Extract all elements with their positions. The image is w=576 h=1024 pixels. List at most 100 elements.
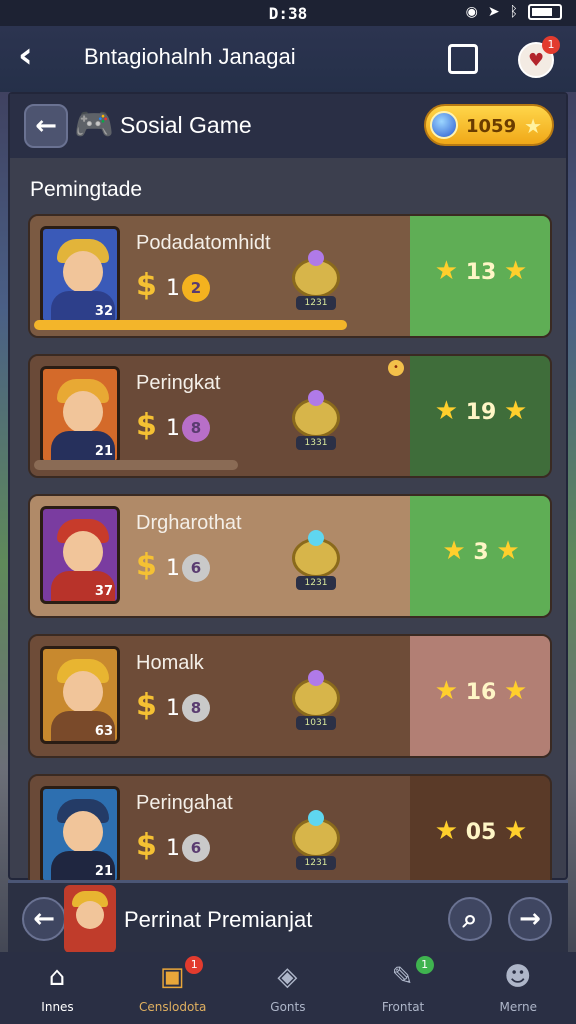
leaderboard-row[interactable]: 32 Podadatomhidt $ 1 2 1231 ★ 13 ★	[28, 214, 552, 338]
nav-label: Innes	[41, 1000, 74, 1014]
game-logo-icon: 🎮	[74, 105, 114, 143]
currency-icon: $	[136, 268, 157, 303]
multiplier-value: 1	[166, 696, 180, 721]
multiplier-value: 1	[166, 276, 180, 301]
section-title: Pemingtade	[30, 178, 143, 201]
nav-item-frontat[interactable]: ✎ 1 Frontat	[346, 952, 461, 1024]
player-portrait: 32	[40, 226, 120, 324]
player-portrait: 37	[40, 506, 120, 604]
currency-icon: $	[136, 688, 157, 723]
next-button[interactable]: →	[508, 897, 552, 941]
player-name: Drgharothat	[136, 512, 242, 534]
coin-badge: 6	[182, 554, 210, 582]
profile-icon: ☻	[504, 962, 532, 992]
feather-icon: ✎	[391, 962, 414, 992]
score: ★ 16 ★	[410, 676, 550, 706]
wifi-icon: ◉	[465, 4, 478, 20]
star-icon: ★	[442, 536, 466, 566]
nav-label: Censlodota	[139, 1000, 207, 1014]
coin-badge: 2	[182, 274, 210, 302]
trophy-icon: 1031	[288, 670, 344, 732]
score-panel: ★ 13 ★	[410, 216, 550, 336]
star-icon: ★	[503, 396, 528, 426]
nav-item-censlodota[interactable]: ▣ 1 Censlodota	[115, 952, 230, 1024]
nav-item-merne[interactable]: ☻ Merne	[461, 952, 576, 1024]
score-panel: ★ 19 ★	[410, 356, 550, 476]
currency-icon: $	[136, 548, 157, 583]
notification-badge: 1	[542, 36, 560, 54]
player-level: 21	[94, 444, 113, 459]
star-icon: ★	[524, 114, 542, 138]
player-level: 21	[94, 864, 113, 879]
shield-icon: ◈	[277, 962, 298, 992]
alert-dot: •	[388, 360, 404, 376]
score-value: 3	[473, 540, 489, 565]
nav-item-innes[interactable]: ⌂ Innes	[0, 952, 115, 1024]
star-icon: ★	[496, 536, 520, 566]
star-icon: ★	[434, 676, 459, 706]
multiplier-value: 1	[166, 556, 180, 581]
mascot-icon: ♥	[528, 50, 545, 71]
leaderboard-row[interactable]: 37 Drgharothat $ 1 6 1231 ★ 3 ★	[28, 494, 552, 618]
player-portrait: 21	[40, 786, 120, 884]
star-icon: ★	[503, 256, 528, 286]
coin-value: 1059	[466, 116, 517, 137]
player-name: Peringahat	[136, 792, 233, 814]
status-icons: ◉ ➤ ᛒ	[466, 4, 562, 20]
nav-label: Frontat	[381, 1000, 425, 1014]
star-icon: ★	[503, 676, 528, 706]
player-name: Podadatomhidt	[136, 232, 271, 254]
shop-icon: ▣	[159, 962, 185, 992]
currency-icon: $	[136, 408, 157, 443]
score-value: 05	[465, 820, 497, 845]
score-panel: ★ 3 ★	[410, 496, 550, 616]
multiplier-value: 1	[166, 416, 180, 441]
profile-button[interactable]: ♥ 1	[518, 36, 560, 78]
coin-badge: 6	[182, 834, 210, 862]
bluetooth-icon: ᛒ	[509, 4, 518, 20]
row-left-panel: 32 Podadatomhidt $ 1 2 1231	[30, 216, 410, 336]
player-portrait: 21	[40, 366, 120, 464]
trophy-label: 1231	[296, 856, 336, 870]
back-button[interactable]: ‹	[18, 36, 33, 76]
trophy-icon: 1231	[288, 810, 344, 872]
multiplier-value: 1	[166, 836, 180, 861]
bottom-player-bar: ← Perrinat Premianjat ⌕ →	[8, 880, 568, 953]
panel-header: ← 🎮 Sosial Game 1059 ★	[10, 94, 566, 158]
progress-bar	[34, 320, 347, 330]
progress-bar	[34, 460, 238, 470]
search-button[interactable]: ⌕	[448, 897, 492, 941]
prev-button[interactable]: ←	[22, 897, 66, 941]
bottom-nav: ⌂ Innes ▣ 1 Censlodota ◈ Gonts ✎ 1 Front…	[0, 952, 576, 1024]
nav-item-gonts[interactable]: ◈ Gonts	[230, 952, 345, 1024]
leaderboard-row[interactable]: 21 Peringkat $ 1 8 1331 ★ 19 ★ •	[28, 354, 552, 478]
trophy-icon: 1231	[288, 530, 344, 592]
nav-label: Merne	[499, 1000, 537, 1014]
coin-badge: 8	[182, 414, 210, 442]
status-bar: D:38 ◉ ➤ ᛒ	[0, 0, 576, 26]
score: ★ 13 ★	[410, 256, 550, 286]
leaderboard-row[interactable]: 63 Homalk $ 1 8 1031 ★ 16 ★	[28, 634, 552, 758]
row-left-panel: 63 Homalk $ 1 8 1031	[30, 636, 410, 756]
score: ★ 19 ★	[410, 396, 550, 426]
star-icon: ★	[434, 256, 459, 286]
row-left-panel: 21 Peringahat $ 1 6 1231	[30, 776, 410, 896]
panel-back-button[interactable]: ←	[24, 104, 68, 148]
star-icon: ★	[434, 396, 459, 426]
player-portrait: 63	[40, 646, 120, 744]
trophy-label: 1331	[296, 436, 336, 450]
coin-counter[interactable]: 1059 ★	[424, 104, 554, 146]
score-value: 19	[465, 400, 497, 425]
nav-label: Gonts	[270, 1000, 306, 1014]
player-level: 32	[94, 304, 113, 319]
player-name: Homalk	[136, 652, 204, 674]
player-level: 37	[94, 584, 113, 599]
score-panel: ★ 16 ★	[410, 636, 550, 756]
score: ★ 05 ★	[410, 816, 550, 846]
book-icon[interactable]	[448, 44, 478, 74]
player-avatar	[64, 885, 116, 953]
bottom-bar-label: Perrinat Premianjat	[124, 907, 313, 932]
app-title: Bntagiohalnh Janagai	[84, 44, 296, 69]
row-left-panel: 37 Drgharothat $ 1 6 1231	[30, 496, 410, 616]
score: ★ 3 ★	[410, 536, 550, 566]
